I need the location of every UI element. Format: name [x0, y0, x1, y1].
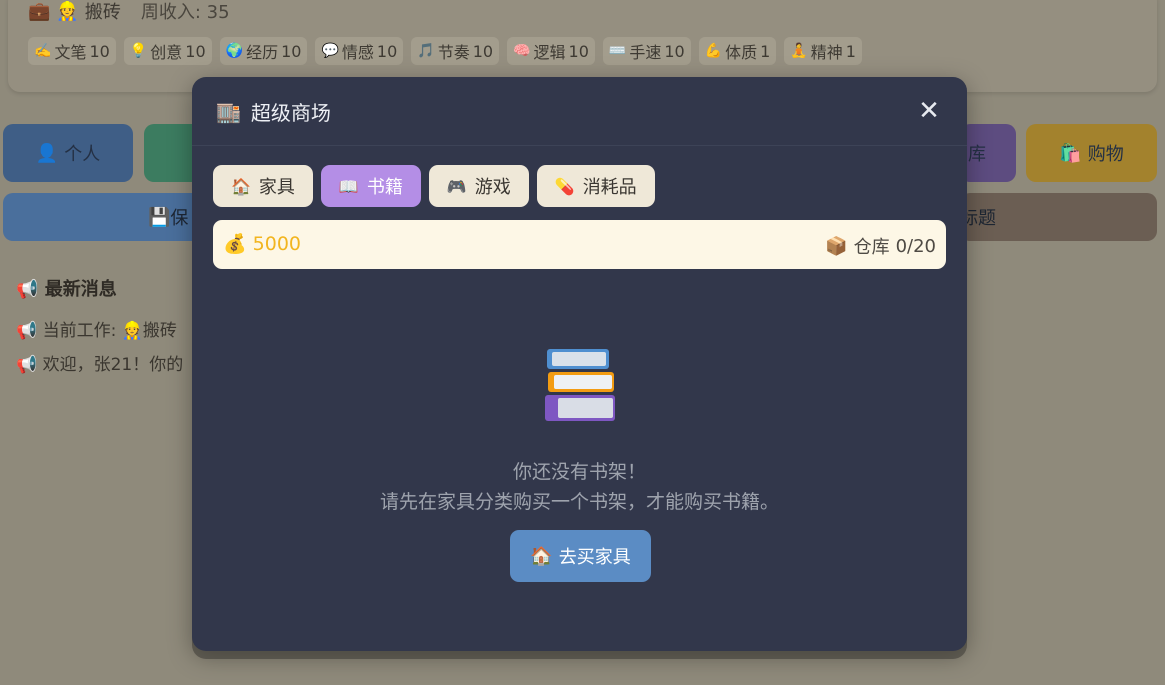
- floppy-disk-icon: 💾: [148, 206, 171, 228]
- stat-logic: 🧠 逻辑 10: [507, 37, 595, 65]
- modal-title-text: 超级商场: [250, 101, 331, 125]
- lightbulb-icon: 💡: [129, 43, 148, 59]
- close-button[interactable]: ✕: [915, 97, 943, 125]
- stat-writing: ✍️ 文笔 10: [28, 37, 116, 65]
- stat-typing-speed: ⌨️ 手速 10: [602, 37, 691, 65]
- megaphone-icon: 📢: [16, 321, 38, 341]
- storage-display: 📦 仓库 0/20: [825, 235, 936, 259]
- nav-shopping-button[interactable]: 🛍️ 购物: [1026, 124, 1157, 182]
- stat-spirit: 🧘 精神 1: [784, 37, 862, 65]
- empty-message-title: 你还没有书架！: [512, 461, 646, 483]
- megaphone-icon: 📢: [16, 355, 38, 375]
- news-line-job: 📢 当前工作: 👷搬砖: [16, 321, 177, 341]
- shop-modal: 🏬 超级商场 ✕ 🏠 家具 📖 书籍 🎮 游戏 💊 消耗品 💰 5000 📦 仓…: [192, 77, 967, 651]
- megaphone-icon: 📢: [16, 279, 39, 300]
- person-icon: 👤: [35, 142, 59, 164]
- meditation-icon: 🧘: [790, 43, 808, 59]
- storage-value: 0/20: [895, 235, 936, 257]
- modal-header: 🏬 超级商场 ✕: [192, 77, 967, 146]
- category-tabs: 🏠 家具 📖 书籍 🎮 游戏 💊 消耗品: [213, 165, 655, 207]
- tab-consumables[interactable]: 💊 消耗品: [536, 165, 655, 207]
- job-name: 搬砖: [84, 2, 121, 23]
- tab-books[interactable]: 📖 书籍: [320, 165, 421, 207]
- nav-personal-button[interactable]: 👤 个人: [3, 124, 133, 182]
- house-icon: 🏠: [530, 545, 553, 567]
- pen-icon: ✍️: [34, 43, 52, 59]
- stat-emotion: 💬 情感 10: [315, 37, 404, 65]
- construction-worker-icon: 👷: [121, 321, 143, 341]
- money-display: 💰 5000: [223, 232, 302, 256]
- construction-worker-icon: 👷: [56, 0, 79, 22]
- empty-message-hint: 请先在家具分类购买一个书架，才能购买书籍。: [379, 491, 779, 513]
- stat-physique: 💪 体质 1: [698, 37, 777, 65]
- house-icon: 🏠: [231, 176, 251, 196]
- tab-furniture[interactable]: 🏠 家具: [213, 165, 313, 207]
- news-line-welcome: 📢 欢迎，张21！你的: [16, 355, 184, 375]
- weekly-income: 周收入: 35: [140, 2, 230, 23]
- music-note-icon: 🎵: [417, 43, 435, 59]
- title-button[interactable]: 标题: [960, 193, 1157, 241]
- muscle-icon: 💪: [704, 43, 723, 59]
- news-title: 📢 最新消息: [16, 279, 117, 300]
- gamepad-icon: 🎮: [446, 176, 467, 196]
- keyboard-icon: ⌨️: [608, 43, 627, 59]
- box-icon: 📦: [825, 235, 848, 257]
- money-bag-icon: 💰: [223, 233, 247, 255]
- save-button[interactable]: 💾 保: [3, 193, 203, 241]
- globe-icon: 🌍: [225, 43, 244, 59]
- shopping-icon: 🛍️: [1059, 142, 1082, 164]
- speech-bubble-icon: 💬: [321, 43, 339, 59]
- money-value: 5000: [252, 232, 302, 255]
- pill-icon: 💊: [554, 176, 575, 196]
- briefcase-icon: 💼: [28, 0, 51, 22]
- wallet-bar: 💰 5000 📦 仓库 0/20: [213, 220, 946, 269]
- modal-title: 🏬 超级商场: [216, 97, 331, 126]
- stat-rhythm: 🎵 节奏 10: [411, 37, 500, 65]
- job-line: 💼 👷 搬砖 周收入: 35: [28, 0, 230, 24]
- book-icon: 📖: [338, 176, 359, 196]
- tab-games[interactable]: 🎮 游戏: [428, 165, 529, 207]
- stat-creativity: 💡 创意 10: [123, 37, 212, 65]
- books-stack-icon: [545, 349, 615, 421]
- go-buy-furniture-button[interactable]: 🏠 去买家具: [510, 530, 651, 582]
- office-building-icon: 🏬: [216, 99, 241, 124]
- brain-icon: 🧠: [513, 43, 531, 59]
- stat-experience: 🌍 经历 10: [219, 37, 308, 65]
- nav-storage-button[interactable]: 库: [960, 124, 1016, 182]
- stat-row: ✍️ 文笔 10 💡 创意 10 🌍 经历 10 💬 情感 10 🎵 节奏 10 🧠 逻辑 10 ⌨️ 手…: [28, 37, 862, 65]
